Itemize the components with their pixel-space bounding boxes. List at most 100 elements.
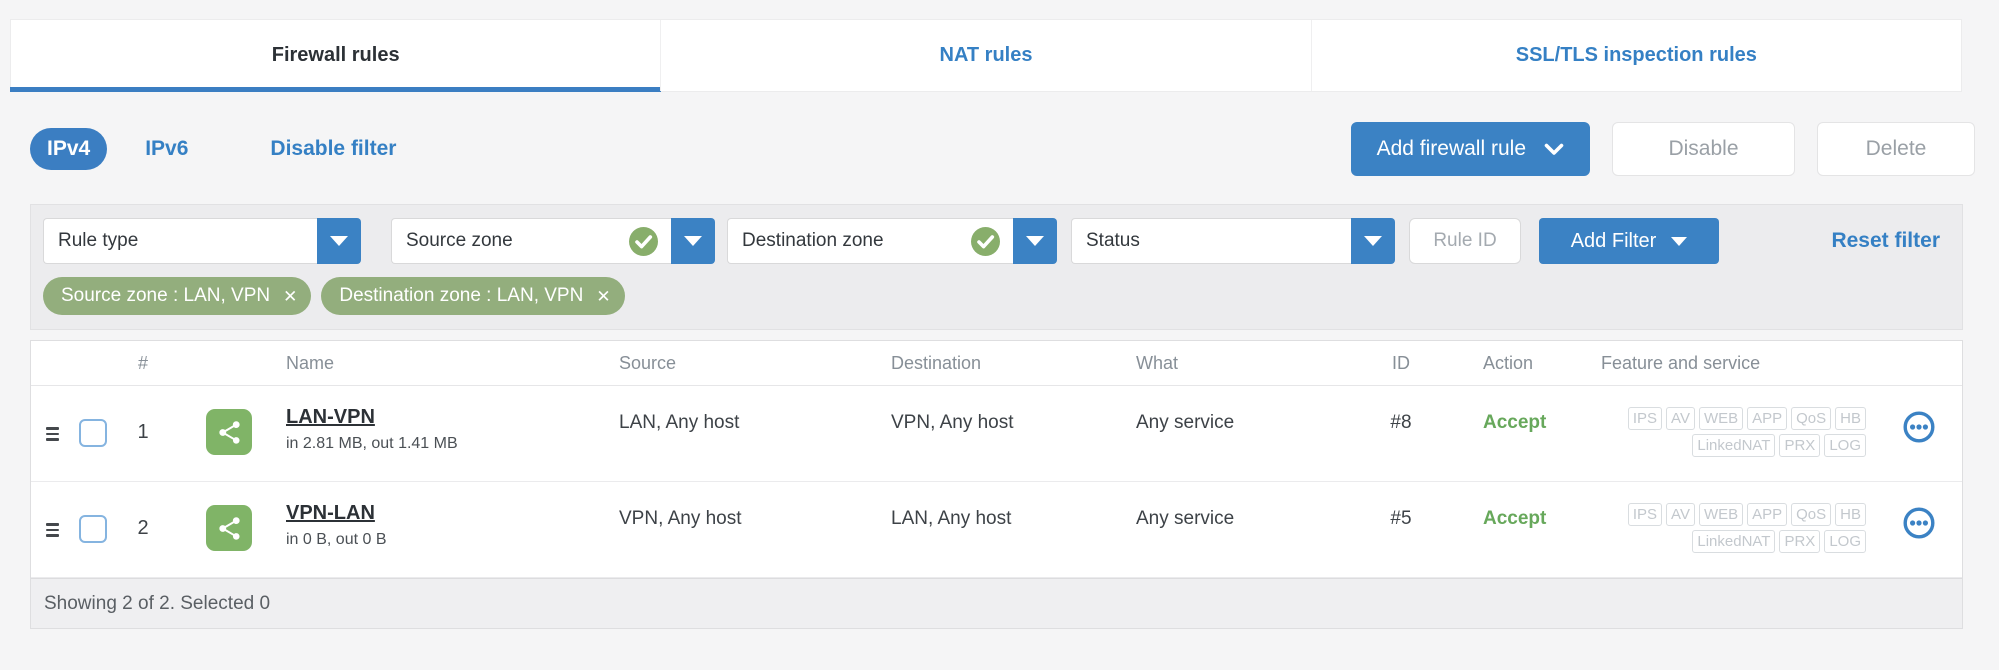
drag-handle-icon[interactable] — [46, 427, 59, 441]
row-menu-ellipsis-icon[interactable] — [1902, 410, 1936, 444]
add-filter-label: Add Filter — [1570, 229, 1657, 252]
dropdown-label: Source zone — [406, 230, 513, 251]
rule-id-input[interactable] — [1409, 218, 1521, 264]
feature-badge: PRX — [1779, 530, 1821, 553]
feature-badge: WEB — [1698, 407, 1744, 430]
row-menu-ellipsis-icon[interactable] — [1902, 506, 1936, 540]
active-filter-chips: Source zone : LAN, VPN ✕ Destination zon… — [43, 277, 1950, 315]
feature-badge: PRX — [1779, 434, 1821, 457]
disable-button[interactable]: Disable — [1612, 122, 1795, 176]
feature-badge: HB — [1835, 503, 1866, 526]
row-number: 1 — [137, 421, 149, 443]
filter-dropdown-destination-zone[interactable]: Destination zone — [727, 218, 1057, 264]
dropdown-label: Destination zone — [742, 230, 884, 251]
filter-row: Rule type Source zone Destination zone S… — [43, 218, 1950, 264]
filter-dropdown-source-zone[interactable]: Source zone — [391, 218, 715, 264]
header-what: What — [1136, 352, 1179, 373]
tab-label: Firewall rules — [271, 44, 400, 66]
table-row: 1 LAN-VPN in 2.81 MB, out 1.41 MB LAN, A… — [31, 386, 1962, 482]
add-firewall-rule-label: Add firewall rule — [1376, 137, 1526, 160]
chip-remove-icon[interactable]: ✕ — [283, 288, 297, 305]
row-checkbox[interactable] — [79, 419, 107, 447]
feature-badge: IPS — [1627, 503, 1663, 526]
reset-filter-link[interactable]: Reset filter — [1831, 229, 1940, 253]
feature-badge: LinkedNAT — [1692, 530, 1776, 553]
rule-name-link[interactable]: LAN-VPN — [286, 406, 619, 429]
controls-row: IPv4 IPv6 Disable filter Add firewall ru… — [30, 120, 1975, 178]
dropdown-label: Status — [1086, 230, 1140, 251]
add-filter-button[interactable]: Add Filter — [1539, 218, 1719, 264]
header-name: Name — [286, 352, 335, 373]
rule-action: Accept — [1483, 508, 1547, 529]
header-id: ID — [1392, 352, 1410, 373]
feature-badge: APP — [1747, 503, 1788, 526]
rule-name-link[interactable]: VPN-LAN — [286, 502, 619, 525]
ipv4-toggle[interactable]: IPv4 — [30, 128, 108, 170]
header-action: Action — [1483, 352, 1534, 373]
feature-badge: APP — [1747, 407, 1788, 430]
share-icon[interactable] — [206, 409, 252, 455]
feature-badges: IPS AV WEB APP QoS HB LinkedNAT PRX LOG — [1566, 405, 1868, 459]
dropdown-caret-button[interactable] — [1351, 218, 1395, 264]
rule-destination: LAN, Any host — [891, 508, 1012, 529]
rule-source: VPN, Any host — [619, 508, 742, 529]
header-feature-and-service: Feature and service — [1601, 352, 1761, 373]
filter-dropdown-rule-type[interactable]: Rule type — [43, 218, 361, 264]
drag-handle-icon[interactable] — [46, 523, 59, 537]
chip-remove-icon[interactable]: ✕ — [596, 288, 610, 305]
dropdown-caret-button[interactable] — [1013, 218, 1057, 264]
dropdown-caret-button[interactable] — [317, 218, 361, 264]
caret-down-icon — [1671, 236, 1688, 246]
share-icon[interactable] — [206, 505, 252, 551]
rule-traffic: in 2.81 MB, out 1.41 MB — [286, 435, 458, 452]
add-firewall-rule-button[interactable]: Add firewall rule — [1350, 122, 1590, 176]
chip-label: Destination zone : LAN, VPN — [339, 285, 584, 306]
filter-dropdown-status[interactable]: Status — [1071, 218, 1395, 264]
delete-button[interactable]: Delete — [1817, 122, 1975, 176]
feature-badge: WEB — [1698, 503, 1744, 526]
rule-what: Any service — [1136, 412, 1235, 433]
chip-label: Source zone : LAN, VPN — [61, 285, 271, 306]
firewall-rules-table: # Name Source Destination What ID Action… — [30, 340, 1963, 629]
disable-filter-link[interactable]: Disable filter — [270, 137, 396, 161]
ipv6-toggle[interactable]: IPv6 — [145, 137, 188, 161]
feature-badge: AV — [1666, 407, 1695, 430]
header-destination: Destination — [891, 352, 982, 373]
rule-traffic: in 0 B, out 0 B — [286, 531, 387, 548]
dropdown-label: Rule type — [58, 230, 139, 251]
feature-badge: HB — [1835, 407, 1866, 430]
check-circle-icon — [971, 226, 1000, 256]
table-footer: Showing 2 of 2. Selected 0 — [31, 578, 1962, 628]
feature-badge: LOG — [1824, 434, 1866, 457]
feature-badge: QoS — [1791, 407, 1832, 430]
feature-badge: AV — [1666, 503, 1695, 526]
check-circle-icon — [629, 226, 658, 256]
rule-id: #8 — [1390, 412, 1412, 433]
rule-what: Any service — [1136, 508, 1235, 529]
feature-badge: LOG — [1824, 530, 1866, 553]
header-number: # — [137, 352, 148, 373]
filter-panel: Rule type Source zone Destination zone S… — [30, 204, 1963, 330]
feature-badge: IPS — [1627, 407, 1663, 430]
feature-badges: IPS AV WEB APP QoS HB LinkedNAT PRX LOG — [1566, 501, 1868, 555]
rule-destination: VPN, Any host — [891, 412, 1014, 433]
row-checkbox[interactable] — [79, 515, 107, 543]
tab-ssl-tls-inspection-rules[interactable]: SSL/TLS inspection rules — [1310, 20, 1961, 91]
rule-action: Accept — [1483, 412, 1547, 433]
dropdown-caret-button[interactable] — [671, 218, 715, 264]
table-row: 2 VPN-LAN in 0 B, out 0 B VPN, Any host … — [31, 482, 1962, 578]
feature-badge: QoS — [1791, 503, 1832, 526]
tab-label: SSL/TLS inspection rules — [1515, 44, 1757, 66]
tab-label: NAT rules — [939, 44, 1033, 66]
filter-chip-source-zone: Source zone : LAN, VPN ✕ — [43, 277, 312, 315]
rules-tabbar: Firewall rules NAT rules SSL/TLS inspect… — [9, 19, 1962, 92]
table-footer-summary: Showing 2 of 2. Selected 0 — [44, 592, 271, 614]
action-buttons: Add firewall rule Disable Delete — [1350, 122, 1975, 176]
feature-badge: LinkedNAT — [1692, 434, 1776, 457]
tab-nat-rules[interactable]: NAT rules — [660, 20, 1310, 91]
tab-firewall-rules[interactable]: Firewall rules — [9, 20, 662, 92]
chevron-down-icon — [1544, 143, 1564, 155]
rule-id: #5 — [1390, 508, 1412, 529]
filter-chip-destination-zone: Destination zone : LAN, VPN ✕ — [321, 277, 625, 315]
row-number: 2 — [137, 517, 149, 539]
